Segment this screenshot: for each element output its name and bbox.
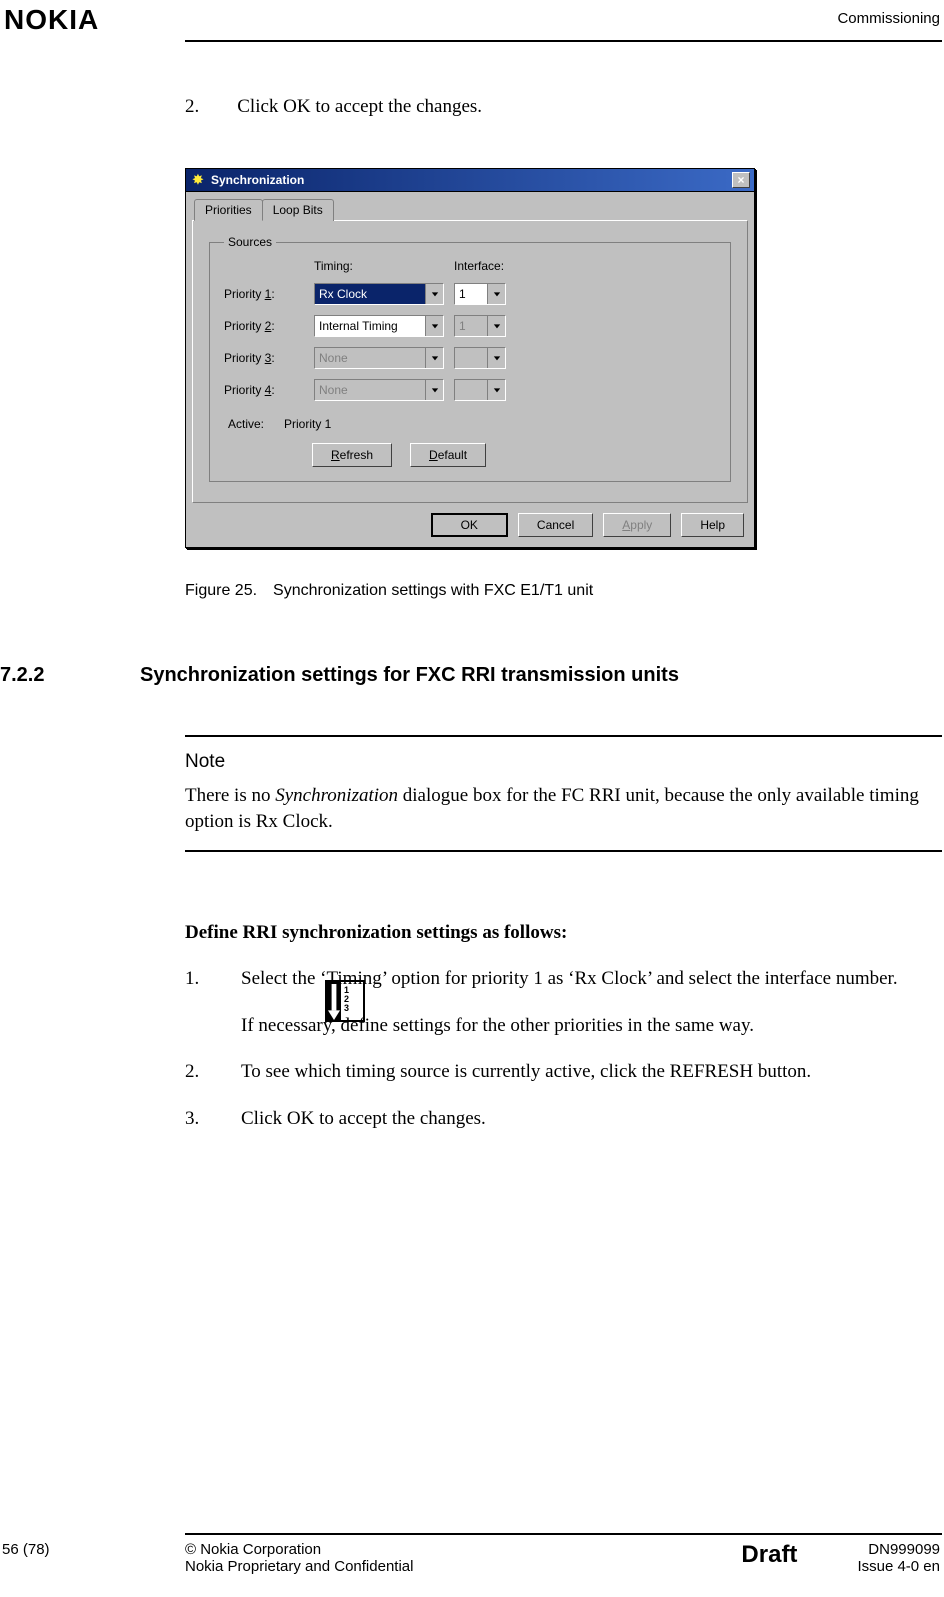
section-number: 7.2.2	[0, 664, 140, 687]
chevron-down-icon	[487, 284, 505, 304]
note-text: There is no Synchronization dialogue box…	[185, 783, 942, 834]
priority-1-label: Priority 1:	[224, 287, 304, 301]
doc-number: DN999099	[857, 1541, 940, 1558]
chevron-down-icon	[487, 348, 505, 368]
chevron-down-icon	[425, 380, 443, 400]
tab-loop-bits[interactable]: Loop Bits	[262, 199, 334, 221]
refresh-button[interactable]: Refresh	[312, 443, 392, 467]
col-timing: Timing:	[314, 259, 444, 273]
page-number: 56 (78)	[0, 1541, 185, 1558]
priority-2-label: Priority 2:	[224, 319, 304, 333]
sources-legend: Sources	[224, 235, 276, 249]
priority-2-interface-combo: 1	[454, 315, 506, 337]
chevron-down-icon	[425, 348, 443, 368]
active-label: Active:	[228, 417, 264, 431]
proprietary-line: Nokia Proprietary and Confidential	[185, 1558, 711, 1575]
task-step-1: 1. Select the ‘Timing’ option for priori…	[185, 966, 942, 993]
cancel-button[interactable]: Cancel	[518, 513, 593, 537]
synchronization-dialog: ✸ Synchronization × Priorities Loop Bits…	[185, 168, 755, 548]
col-interface: Interface:	[454, 259, 524, 273]
chevron-down-icon	[425, 284, 443, 304]
numbered-steps-icon: 123	[325, 980, 365, 1022]
priority-4-interface-combo	[454, 379, 506, 401]
priority-2-timing-combo[interactable]: Internal Timing	[314, 315, 444, 337]
dialog-title: Synchronization	[211, 173, 304, 187]
draft-watermark: Draft	[711, 1541, 857, 1569]
note-block: Note There is no Synchronization dialogu…	[185, 735, 942, 852]
sources-group: Sources Timing: Interface: Priority 1: R…	[209, 235, 731, 482]
issue-line: Issue 4-0 en	[857, 1558, 940, 1575]
dialog-titlebar: ✸ Synchronization ×	[185, 168, 755, 192]
priority-3-timing-combo: None	[314, 347, 444, 369]
priority-4-timing-combo: None	[314, 379, 444, 401]
active-value: Priority 1	[284, 417, 331, 431]
priority-4-label: Priority 4:	[224, 383, 304, 397]
section-title: Synchronization settings for FXC RRI tra…	[140, 664, 679, 687]
chevron-down-icon	[487, 380, 505, 400]
dialog-icon: ✸	[190, 172, 206, 188]
step-number: 2.	[185, 96, 199, 118]
nokia-logo: NOKIA	[4, 4, 99, 36]
default-button[interactable]: Default	[410, 443, 486, 467]
task-step-2: 2. To see which timing source is current…	[185, 1059, 942, 1086]
ok-button[interactable]: OK	[431, 513, 508, 537]
priority-1-timing-combo[interactable]: Rx Clock	[314, 283, 444, 305]
close-icon[interactable]: ×	[732, 172, 750, 188]
step-2-prior: 2. Click OK to accept the changes.	[185, 96, 942, 118]
apply-button: Apply	[603, 513, 671, 537]
task-title: Define RRI synchronization settings as f…	[185, 922, 942, 944]
chevron-down-icon	[487, 316, 505, 336]
step-text: Click OK to accept the changes.	[237, 96, 482, 118]
help-button[interactable]: Help	[681, 513, 744, 537]
page-section-label: Commissioning	[837, 4, 940, 27]
chevron-down-icon	[425, 316, 443, 336]
note-heading: Note	[185, 751, 942, 773]
copyright-line: © Nokia Corporation	[185, 1541, 711, 1558]
priority-1-interface-combo[interactable]: 1	[454, 283, 506, 305]
figure-caption: Figure 25. Synchronization settings with…	[185, 582, 942, 600]
footer-rule	[185, 1533, 942, 1535]
priority-3-interface-combo	[454, 347, 506, 369]
priority-3-label: Priority 3:	[224, 351, 304, 365]
task-step-3: 3. Click OK to accept the changes.	[185, 1106, 942, 1133]
tab-priorities[interactable]: Priorities	[194, 199, 263, 221]
